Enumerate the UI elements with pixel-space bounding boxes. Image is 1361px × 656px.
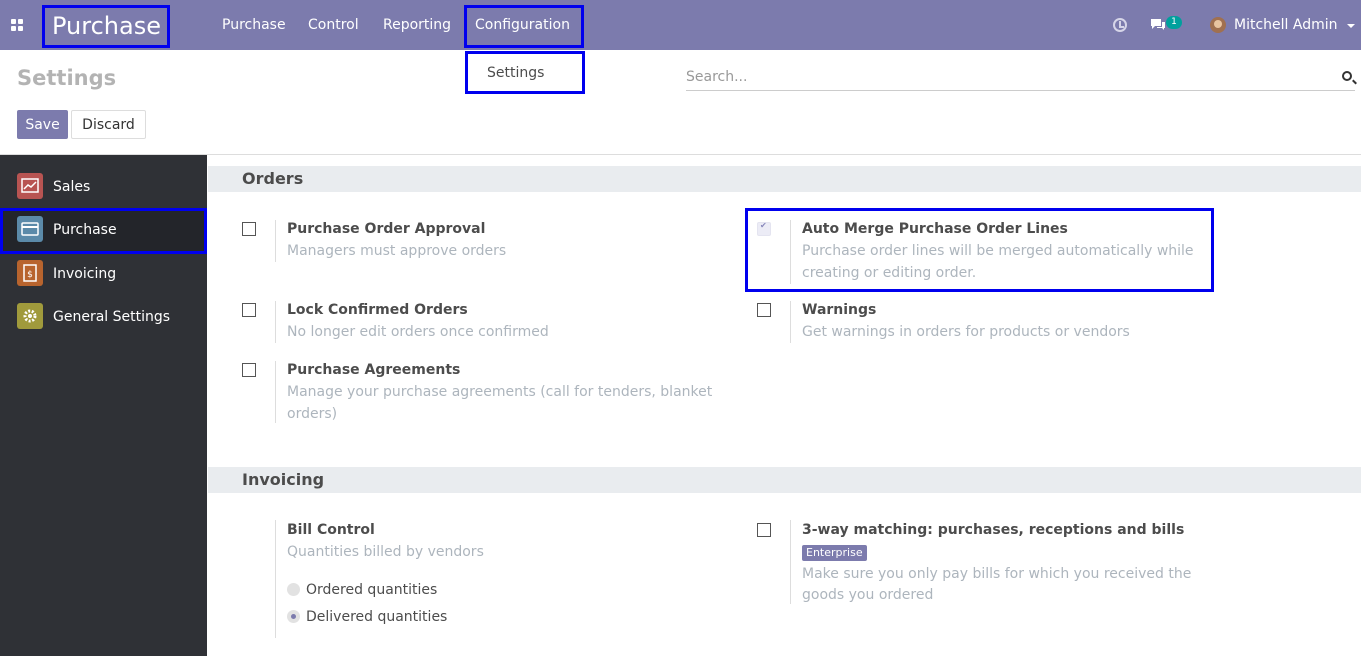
search-input[interactable] xyxy=(686,64,1355,91)
sidebar-item-purchase[interactable]: Purchase xyxy=(0,208,207,254)
sidebar-item-sales[interactable]: Sales xyxy=(0,165,207,208)
enterprise-badge: Enterprise xyxy=(802,545,867,561)
warnings-checkbox[interactable] xyxy=(757,303,771,317)
section-heading-orders: Orders xyxy=(208,166,1361,192)
ordered-quantities-label[interactable]: Ordered quantities xyxy=(306,582,437,598)
section-heading-invoicing: Invoicing xyxy=(208,467,1361,493)
highlight-box xyxy=(745,208,1214,292)
agreements-checkbox[interactable] xyxy=(242,363,256,377)
menu-control[interactable]: Control xyxy=(308,17,359,33)
ordered-quantities-radio[interactable] xyxy=(287,583,300,596)
sidebar-item-label: Sales xyxy=(53,179,91,195)
agreements-title: Purchase Agreements xyxy=(287,362,461,378)
delivered-quantities-label[interactable]: Delivered quantities xyxy=(306,609,447,625)
messages-icon[interactable] xyxy=(1150,18,1166,31)
warnings-title: Warnings xyxy=(802,302,877,318)
sidebar-item-general-settings[interactable]: General Settings xyxy=(0,295,207,338)
activity-clock-icon[interactable] xyxy=(1113,18,1127,32)
sidebar-item-invoicing[interactable]: $ Invoicing xyxy=(0,252,207,295)
setting-divider xyxy=(790,520,791,604)
agreements-desc-cont: orders) xyxy=(287,406,338,422)
apps-menu-icon[interactable] xyxy=(11,19,24,32)
approval-checkbox[interactable] xyxy=(242,222,256,236)
three-way-matching-checkbox[interactable] xyxy=(757,523,771,537)
setting-divider xyxy=(275,301,276,343)
menu-purchase[interactable]: Purchase xyxy=(222,17,286,33)
bill-control-desc: Quantities billed by vendors xyxy=(287,544,484,560)
purchase-icon xyxy=(17,216,43,242)
setting-divider xyxy=(275,220,276,262)
bill-control-title: Bill Control xyxy=(287,522,375,538)
sidebar-item-label: Purchase xyxy=(53,222,117,238)
top-navbar: Purchase Purchase Control Reporting Conf… xyxy=(0,0,1361,50)
page-title: Settings xyxy=(17,66,117,90)
three-way-matching-title: 3-way matching: purchases, receptions an… xyxy=(802,522,1185,538)
settings-sidebar: Sales Purchase $ Invoicing General Setti… xyxy=(0,155,207,656)
setting-divider xyxy=(275,361,276,423)
three-way-matching-desc-cont: goods you ordered xyxy=(802,587,934,603)
lock-title: Lock Confirmed Orders xyxy=(287,302,468,318)
menu-reporting[interactable]: Reporting xyxy=(383,17,451,33)
search-icon[interactable] xyxy=(1342,71,1352,81)
menu-configuration[interactable]: Configuration xyxy=(464,5,584,48)
chevron-down-icon[interactable] xyxy=(1347,24,1355,28)
discard-button[interactable]: Discard xyxy=(71,110,146,139)
messages-count-badge: 1 xyxy=(1166,16,1182,29)
svg-text:$: $ xyxy=(27,270,33,280)
setting-divider xyxy=(275,520,276,638)
delivered-quantities-radio[interactable] xyxy=(287,610,300,623)
lock-desc: No longer edit orders once confirmed xyxy=(287,324,549,340)
gear-icon xyxy=(17,303,43,329)
save-button[interactable]: Save xyxy=(17,110,68,139)
setting-divider xyxy=(790,301,791,343)
sales-icon xyxy=(17,173,43,199)
warnings-desc: Get warnings in orders for products or v… xyxy=(802,324,1130,340)
dropdown-item-settings[interactable]: Settings xyxy=(465,51,585,94)
invoicing-icon: $ xyxy=(17,260,43,286)
lock-checkbox[interactable] xyxy=(242,303,256,317)
sidebar-item-label: General Settings xyxy=(53,309,171,325)
agreements-desc: Manage your purchase agreements (call fo… xyxy=(287,384,713,400)
user-menu[interactable]: Mitchell Admin xyxy=(1234,17,1338,33)
approval-title: Purchase Order Approval xyxy=(287,221,486,237)
sidebar-item-label: Invoicing xyxy=(53,266,117,282)
approval-desc: Managers must approve orders xyxy=(287,243,507,259)
user-avatar[interactable] xyxy=(1210,17,1226,33)
app-brand[interactable]: Purchase xyxy=(42,5,170,48)
three-way-matching-desc: Make sure you only pay bills for which y… xyxy=(802,566,1192,582)
